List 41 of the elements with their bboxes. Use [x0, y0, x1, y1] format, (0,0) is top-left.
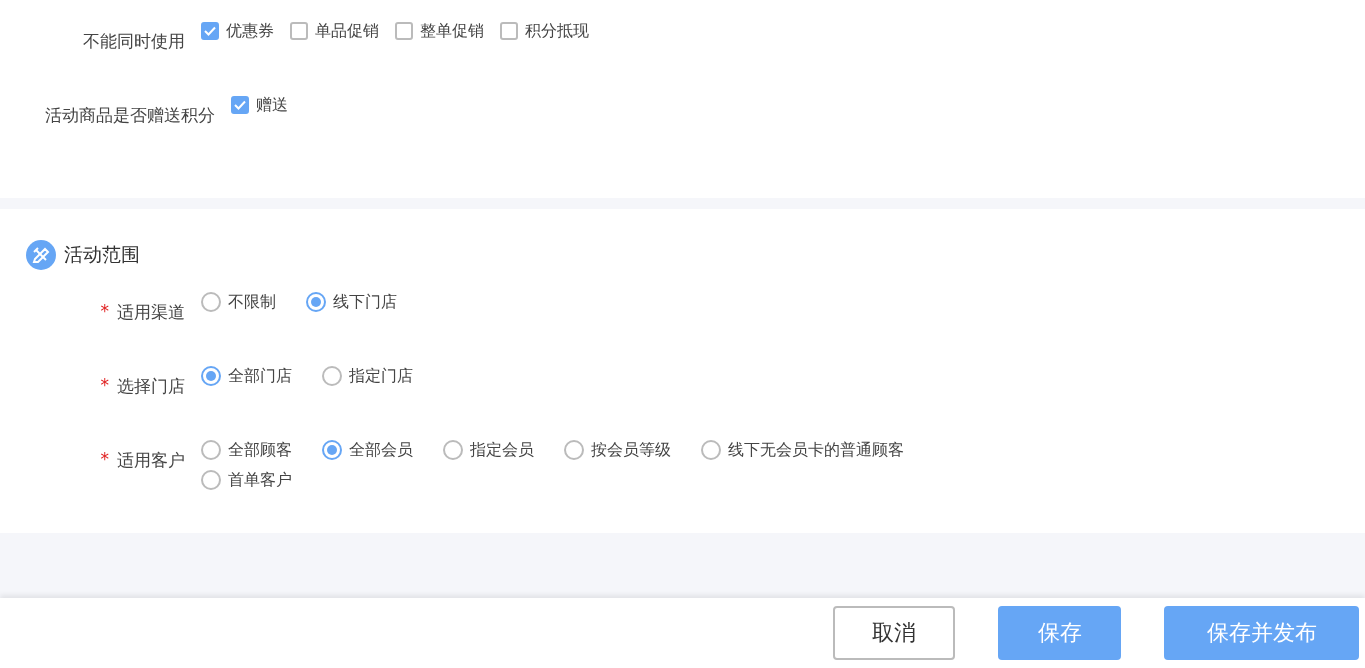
checkbox[interactable]	[500, 22, 518, 40]
option-label[interactable]: 赠送	[256, 94, 288, 116]
checkbox[interactable]	[290, 22, 308, 40]
required-mark: *	[100, 301, 109, 323]
option-label[interactable]: 全部会员	[349, 439, 413, 461]
checkbox[interactable]	[395, 22, 413, 40]
field-label: 适用渠道	[117, 301, 185, 324]
option-label[interactable]: 全部顾客	[228, 439, 292, 461]
radio-button[interactable]	[201, 470, 221, 490]
radio-button[interactable]	[201, 292, 221, 312]
option-label[interactable]: 首单客户	[228, 469, 292, 491]
field-label: 选择门店	[117, 375, 185, 398]
field-label: 适用客户	[117, 449, 185, 472]
option-label[interactable]: 优惠券	[226, 20, 274, 42]
required-mark: *	[100, 375, 109, 397]
pencil-ruler-icon	[26, 240, 56, 270]
action-button[interactable]: 取消	[833, 606, 955, 660]
field-label: 不能同时使用	[83, 30, 185, 53]
checkbox[interactable]	[201, 22, 219, 40]
field-label: 活动商品是否赠送积分	[45, 104, 215, 127]
radio-button[interactable]	[201, 440, 221, 460]
radio-button[interactable]	[322, 366, 342, 386]
option-label[interactable]: 不限制	[228, 291, 276, 313]
option-label[interactable]: 指定会员	[470, 439, 534, 461]
option-label[interactable]: 积分抵现	[525, 20, 589, 42]
option-label[interactable]: 全部门店	[228, 365, 292, 387]
radio-button[interactable]	[306, 292, 326, 312]
option-label[interactable]: 线下门店	[333, 291, 397, 313]
radio-button[interactable]	[322, 440, 342, 460]
radio-button[interactable]	[443, 440, 463, 460]
radio-button[interactable]	[564, 440, 584, 460]
option-label[interactable]: 指定门店	[349, 365, 413, 387]
checkbox[interactable]	[231, 96, 249, 114]
radio-button[interactable]	[201, 366, 221, 386]
option-label[interactable]: 单品促销	[315, 20, 379, 42]
option-label[interactable]: 整单促销	[420, 20, 484, 42]
option-label[interactable]: 线下无会员卡的普通顾客	[728, 439, 904, 461]
radio-button[interactable]	[701, 440, 721, 460]
option-label[interactable]: 按会员等级	[591, 439, 671, 461]
section-title: 活动范围	[64, 242, 140, 267]
required-mark: *	[100, 449, 109, 471]
